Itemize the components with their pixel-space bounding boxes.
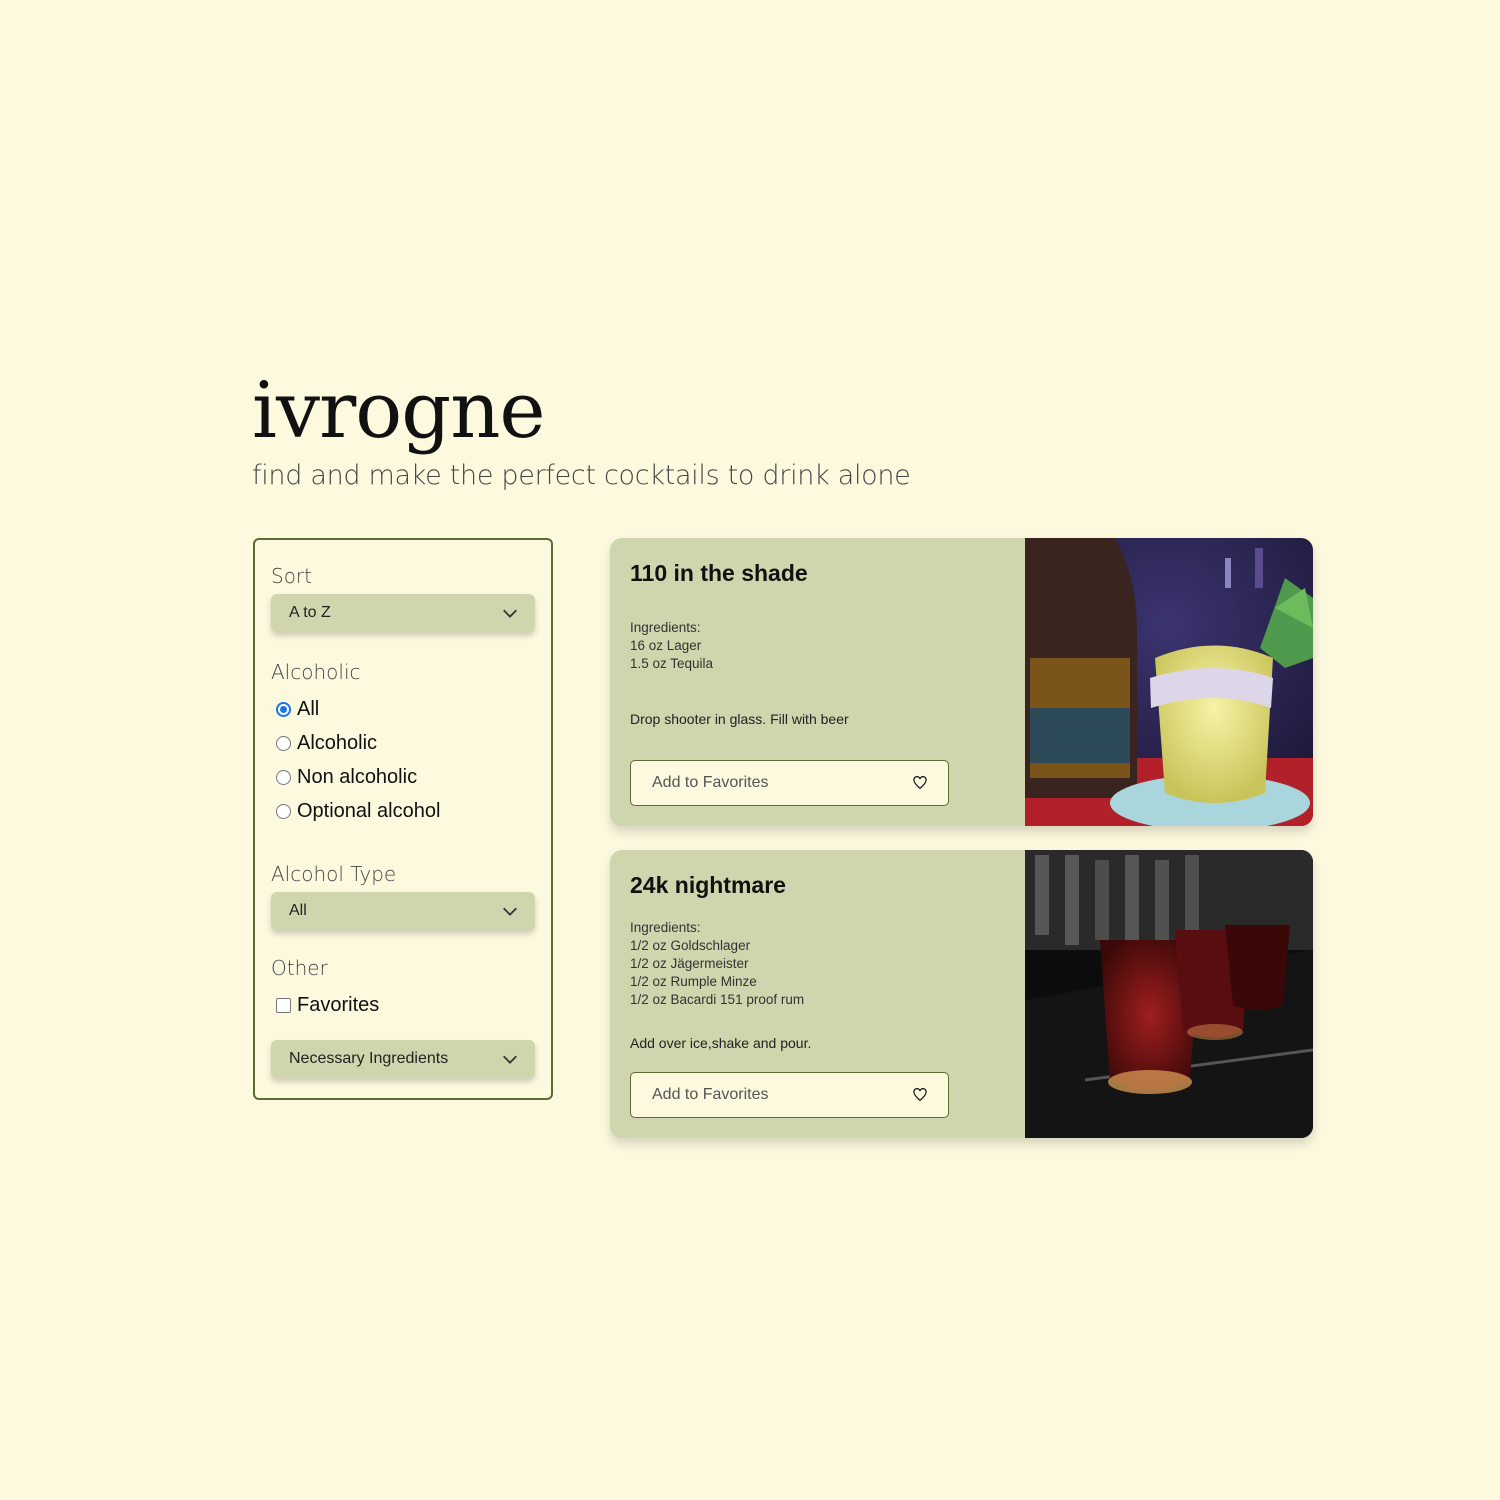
favorites-checkbox-option[interactable]: Favorites [271, 988, 535, 1022]
ingredient-item: 16 oz Lager [630, 638, 702, 653]
ingredients-heading: Ingredients: [630, 920, 701, 935]
radio-button[interactable] [276, 769, 291, 785]
tagline: find and make the perfect cocktails to d… [252, 460, 911, 491]
radio-button[interactable] [276, 803, 291, 819]
sort-select[interactable]: A to Z [271, 594, 535, 632]
sort-label: Sort [271, 564, 312, 588]
favorites-checkbox[interactable] [276, 997, 291, 1013]
cocktail-title: 24k nightmare [630, 872, 786, 898]
ingredients-select-value: Necessary Ingredients [289, 1050, 449, 1067]
sort-select-value: A to Z [289, 604, 331, 621]
heart-icon [913, 1087, 927, 1102]
other-label: Other [271, 956, 328, 980]
ingredient-item: 1/2 oz Bacardi 151 proof rum [630, 992, 805, 1007]
ingredient-item: 1/2 oz Rumple Minze [630, 974, 757, 989]
cocktail-card: 24k nightmare Ingredients: 1/2 oz Goldsc… [610, 850, 1313, 1138]
alcohol-type-select-value: All [289, 902, 307, 919]
ingredient-item: 1/2 oz Goldschlager [630, 938, 751, 953]
radio-option-non-alcoholic[interactable]: Non alcoholic [271, 760, 535, 794]
add-to-favorites-label: Add to Favorites [652, 774, 769, 791]
heart-icon [913, 775, 927, 790]
chevron-down-icon [503, 1055, 517, 1064]
radio-option-optional-alcohol[interactable]: Optional alcohol [271, 794, 535, 828]
radio-option-all[interactable]: All [271, 692, 535, 726]
radio-label: Optional alcohol [297, 799, 441, 822]
alcoholic-label: Alcoholic [271, 660, 361, 684]
page-header: ivrogne find and make the perfect cockta… [252, 368, 911, 491]
cocktail-card: 110 in the shade Ingredients: 16 oz Lage… [610, 538, 1313, 826]
ingredient-item: 1/2 oz Jägermeister [630, 956, 749, 971]
cocktail-card-body: 24k nightmare Ingredients: 1/2 oz Goldsc… [630, 850, 1000, 1138]
chevron-down-icon [503, 609, 517, 618]
cocktail-photo [1025, 850, 1313, 1138]
radio-label: All [297, 697, 320, 720]
cocktail-instructions: Drop shooter in glass. Fill with beer [630, 711, 849, 727]
cocktail-instructions: Add over ice,shake and pour. [630, 1035, 812, 1051]
radio-option-alcoholic[interactable]: Alcoholic [271, 726, 535, 760]
alcohol-type-label: Alcohol Type [271, 862, 397, 886]
cocktail-photo [1025, 538, 1313, 826]
radio-label: Alcoholic [297, 731, 378, 754]
radio-button[interactable] [276, 735, 291, 751]
cocktail-card-body: 110 in the shade Ingredients: 16 oz Lage… [630, 538, 1000, 826]
favorites-checkbox-label: Favorites [297, 993, 380, 1016]
add-to-favorites-label: Add to Favorites [652, 1086, 769, 1103]
chevron-down-icon [503, 907, 517, 916]
ingredient-item: 1.5 oz Tequila [630, 656, 714, 671]
radio-label: Non alcoholic [297, 765, 418, 788]
ingredients-heading: Ingredients: [630, 620, 701, 635]
alcoholic-radio-group: All Alcoholic Non alcoholic Optional alc… [271, 692, 535, 828]
add-to-favorites-button[interactable]: Add to Favorites [630, 1072, 949, 1118]
radio-button[interactable] [276, 701, 291, 717]
brand-logo[interactable]: ivrogne [252, 368, 911, 454]
add-to-favorites-button[interactable]: Add to Favorites [630, 760, 949, 806]
alcohol-type-select[interactable]: All [271, 892, 535, 930]
filter-panel: Sort A to Z Alcoholic All Alcoholic Non … [253, 538, 553, 1100]
cocktail-title: 110 in the shade [630, 560, 808, 586]
ingredients-select[interactable]: Necessary Ingredients [271, 1040, 535, 1078]
